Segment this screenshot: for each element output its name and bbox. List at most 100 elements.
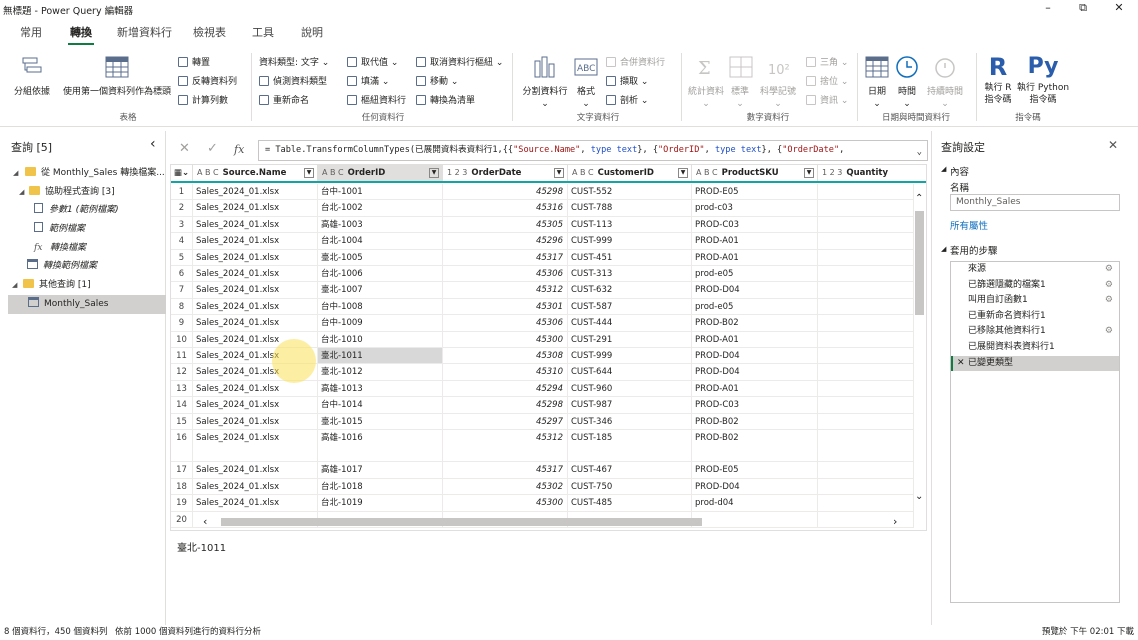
table-cell[interactable] bbox=[818, 184, 914, 200]
table-cell[interactable]: PROD-A01 bbox=[692, 249, 818, 265]
table-cell[interactable]: 高雄-1013 bbox=[318, 380, 443, 397]
table-cell[interactable]: 45296 bbox=[443, 233, 568, 249]
table-cell[interactable]: CUST-185 bbox=[568, 430, 692, 462]
table-cell[interactable]: 台中-1001 bbox=[318, 184, 443, 200]
format-button[interactable]: ABC 格式 ⌄ bbox=[572, 55, 600, 110]
filter-dropdown-icon[interactable]: ▼ bbox=[554, 168, 564, 178]
date-button[interactable]: 日期 ⌄ bbox=[862, 55, 892, 110]
all-properties-link[interactable]: 所有屬性 bbox=[950, 218, 988, 232]
table-cell[interactable] bbox=[818, 364, 914, 380]
commit-formula-icon[interactable]: ✓ bbox=[207, 141, 218, 156]
table-cell[interactable]: 45306 bbox=[443, 315, 568, 331]
table-cell[interactable]: 45317 bbox=[443, 462, 568, 478]
table-cell[interactable]: Sales_2024_01.xlsx bbox=[193, 430, 318, 462]
horizontal-scrollbar[interactable]: ‹ › bbox=[193, 515, 913, 529]
table-cell[interactable] bbox=[818, 200, 914, 216]
table-cell[interactable] bbox=[818, 315, 914, 331]
table-cell[interactable] bbox=[818, 266, 914, 282]
run-r-script-button[interactable]: R 執行 R 指令碼 bbox=[980, 55, 1016, 106]
minimize-button[interactable]: – bbox=[1033, 1, 1063, 14]
table-cell[interactable]: CUST-291 bbox=[568, 331, 692, 347]
table-cell[interactable]: CUST-750 bbox=[568, 478, 692, 495]
table-cell[interactable]: 45305 bbox=[443, 216, 568, 233]
use-first-row-button[interactable]: 使用第一個資料列作為標頭 bbox=[58, 55, 176, 98]
table-cell[interactable]: Sales_2024_01.xlsx bbox=[193, 216, 318, 233]
column-header[interactable]: 1 2 3 Quantity bbox=[818, 165, 926, 181]
reverse-rows-button[interactable]: 反轉資料列 bbox=[178, 75, 237, 89]
step-item[interactable]: 已移除其他資料行1 ⚙ bbox=[951, 324, 1119, 340]
table-cell[interactable] bbox=[818, 233, 914, 249]
step-item[interactable]: 來源 ⚙ bbox=[951, 262, 1119, 278]
table-cell[interactable]: prod-c03 bbox=[692, 200, 818, 216]
table-cell[interactable]: CUST-346 bbox=[568, 413, 692, 429]
table-cell[interactable]: PROD-A01 bbox=[692, 331, 818, 347]
info-button[interactable]: 資訊 ⌄ bbox=[806, 94, 848, 108]
filter-dropdown-icon[interactable]: ▼ bbox=[678, 168, 688, 178]
parse-button[interactable]: 剖析 ⌄ bbox=[606, 94, 648, 108]
step-item[interactable]: 已重新命名資料行1 bbox=[951, 309, 1119, 325]
table-cell[interactable]: 45300 bbox=[443, 495, 568, 511]
table-menu-icon[interactable]: ▦⌄ bbox=[171, 165, 193, 181]
table-row[interactable]: 16 Sales_2024_01.xlsx 高雄-1016 45312 CUST-185… bbox=[171, 430, 914, 463]
run-python-script-button[interactable]: Py 執行 Python 指令碼 bbox=[1016, 55, 1070, 106]
table-cell[interactable]: 45317 bbox=[443, 249, 568, 265]
column-header[interactable]: A B C Source.Name ▼ bbox=[193, 165, 318, 181]
table-cell[interactable]: 45298 bbox=[443, 397, 568, 413]
table-cell[interactable]: prod-e05 bbox=[692, 298, 818, 315]
table-cell[interactable]: 臺北-1012 bbox=[318, 364, 443, 380]
table-cell[interactable] bbox=[818, 380, 914, 397]
rename-button[interactable]: 重新命名 bbox=[259, 94, 309, 108]
filter-dropdown-icon[interactable]: ▼ bbox=[804, 168, 814, 178]
table-cell[interactable]: PROD-B02 bbox=[692, 315, 818, 331]
table-row[interactable]: 3 Sales_2024_01.xlsx 高雄-1003 45305 CUST-113 P… bbox=[171, 216, 914, 234]
table-cell[interactable] bbox=[818, 430, 914, 462]
split-column-button[interactable]: 分割資料行 ⌄ bbox=[520, 55, 570, 110]
table-cell[interactable] bbox=[818, 249, 914, 265]
tab-view[interactable]: 檢視表 bbox=[193, 24, 226, 40]
table-cell[interactable]: CUST-313 bbox=[568, 266, 692, 282]
query-item[interactable]: fx 轉換檔案 bbox=[0, 239, 166, 258]
table-cell[interactable]: 45297 bbox=[443, 413, 568, 429]
table-cell[interactable] bbox=[818, 397, 914, 413]
table-cell[interactable]: prod-d04 bbox=[692, 495, 818, 511]
step-item[interactable]: 已篩選隱藏的檔案1 ⚙ bbox=[951, 278, 1119, 294]
column-header[interactable]: A B C CustomerID ▼ bbox=[568, 165, 692, 181]
query-group-item[interactable]: ◢ 其他查詢 [1] bbox=[0, 276, 166, 295]
gear-icon[interactable]: ⚙ bbox=[1105, 324, 1113, 340]
column-header[interactable]: A B C ProductSKU ▼ bbox=[692, 165, 818, 181]
scientific-button[interactable]: 10² 科學記號 ⌄ bbox=[756, 55, 800, 110]
chevron-down-icon[interactable]: ⌄ bbox=[915, 491, 923, 502]
table-cell[interactable]: PROD-C03 bbox=[692, 216, 818, 233]
table-cell[interactable]: CUST-467 bbox=[568, 462, 692, 478]
table-cell[interactable]: Sales_2024_01.xlsx bbox=[193, 298, 318, 315]
table-cell[interactable]: 臺北-1007 bbox=[318, 282, 443, 298]
formula-input[interactable]: = Table.TransformColumnTypes(已展開資料表資料行1,… bbox=[258, 140, 928, 161]
table-cell[interactable]: 臺北-1015 bbox=[318, 413, 443, 429]
table-cell[interactable]: prod-e05 bbox=[692, 266, 818, 282]
table-cell[interactable]: 台北-1010 bbox=[318, 331, 443, 347]
table-cell[interactable]: Sales_2024_01.xlsx bbox=[193, 495, 318, 511]
table-row[interactable]: 6 Sales_2024_01.xlsx 台北-1006 45306 CUST-313 p… bbox=[171, 266, 914, 283]
table-cell[interactable]: Sales_2024_01.xlsx bbox=[193, 184, 318, 200]
table-cell[interactable]: Sales_2024_01.xlsx bbox=[193, 282, 318, 298]
trig-button[interactable]: 三角 ⌄ bbox=[806, 56, 848, 70]
table-cell[interactable]: Sales_2024_01.xlsx bbox=[193, 233, 318, 249]
table-cell[interactable]: 台北-1019 bbox=[318, 495, 443, 511]
column-header[interactable]: 1 2 3 OrderDate ▼ bbox=[443, 165, 568, 181]
table-cell[interactable]: 45298 bbox=[443, 184, 568, 200]
gear-icon[interactable]: ⚙ bbox=[1105, 278, 1113, 294]
table-cell[interactable]: 45294 bbox=[443, 380, 568, 397]
gear-icon[interactable]: ⚙ bbox=[1105, 262, 1113, 278]
standard-button[interactable]: 標準 ⌄ bbox=[728, 55, 753, 110]
table-cell[interactable]: PROD-B02 bbox=[692, 430, 818, 462]
scroll-thumb[interactable] bbox=[915, 211, 924, 315]
group-by-button[interactable]: 分組依據 bbox=[12, 55, 52, 98]
table-cell[interactable]: CUST-644 bbox=[568, 364, 692, 380]
table-row[interactable]: 5 Sales_2024_01.xlsx 臺北-1005 45317 CUST-451 P… bbox=[171, 249, 914, 266]
table-cell[interactable]: 45306 bbox=[443, 266, 568, 282]
table-cell[interactable]: CUST-999 bbox=[568, 348, 692, 364]
table-row[interactable]: 9 Sales_2024_01.xlsx 台中-1009 45306 CUST-444 P… bbox=[171, 315, 914, 332]
table-cell[interactable]: 臺北-1011 bbox=[318, 348, 443, 364]
table-cell[interactable]: 45300 bbox=[443, 331, 568, 347]
table-row[interactable]: 18 Sales_2024_01.xlsx 台北-1018 45302 CUST-750… bbox=[171, 478, 914, 496]
